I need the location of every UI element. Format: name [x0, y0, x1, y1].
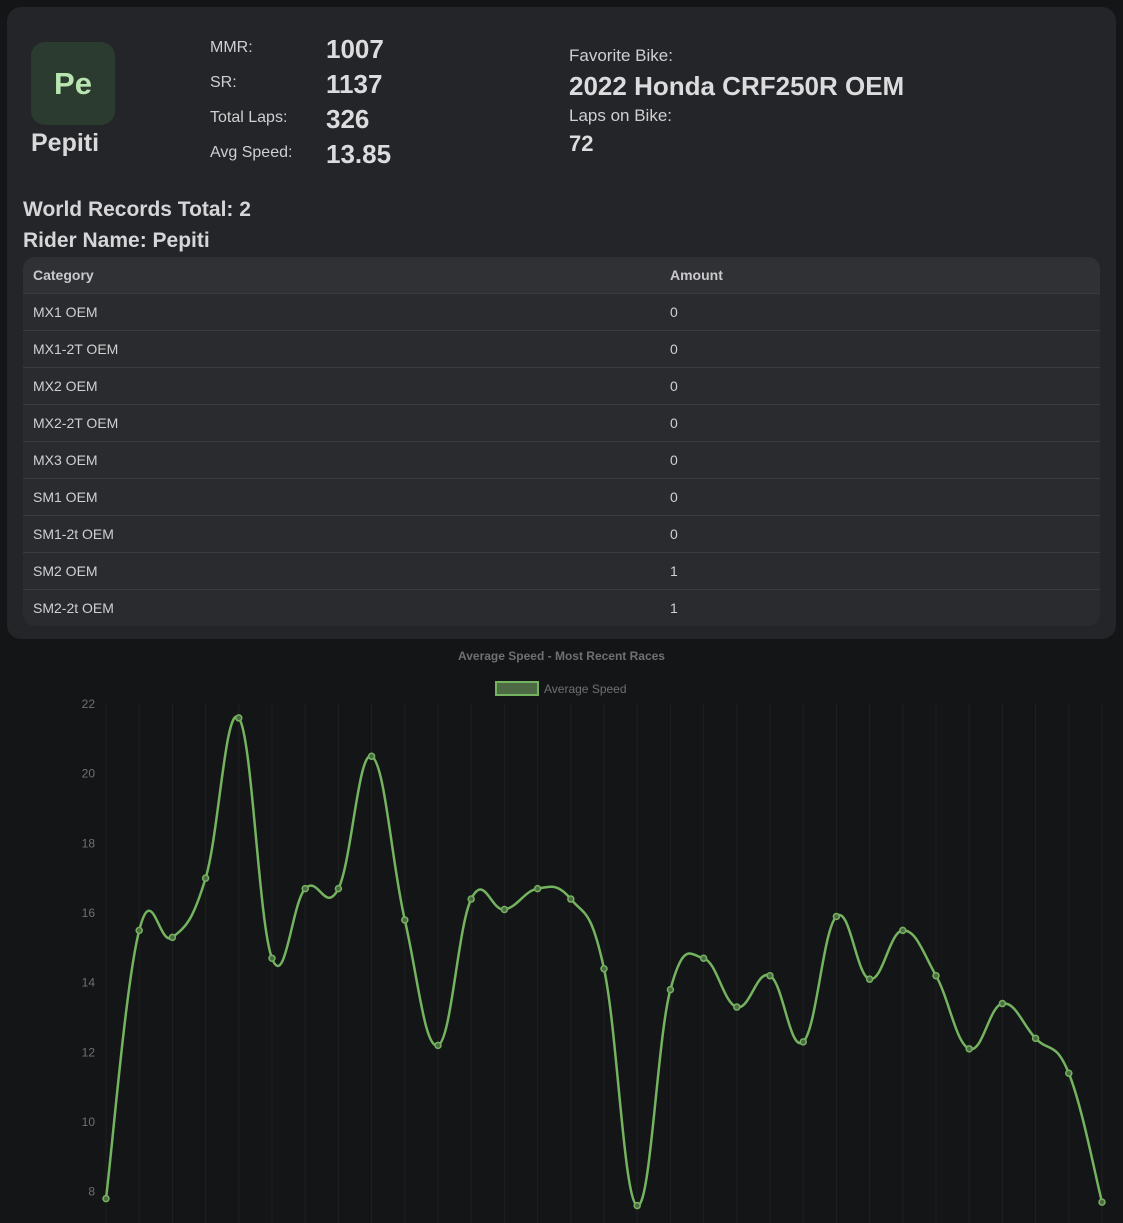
amount-cell: 0	[660, 330, 1100, 368]
category-cell: MX2 OEM	[23, 367, 660, 405]
chart-title: Average Speed - Most Recent Races	[458, 649, 665, 663]
data-point[interactable]	[235, 714, 243, 722]
rider-profile-card: Pe Pepiti MMR: 1007 SR: 1137 Total Laps:…	[7, 7, 1116, 639]
average-speed-line-chart[interactable]: 8 10 12 14 16 18 20 22	[0, 690, 1123, 1223]
y-tick-label: 18	[82, 836, 96, 850]
table-row: MX1-2T OEM 0	[23, 330, 1100, 368]
y-tick-label: 20	[82, 767, 96, 781]
table-row: MX1 OEM 0	[23, 293, 1100, 331]
data-point[interactable]	[1031, 1034, 1040, 1043]
rider-display-name: Pepiti	[31, 129, 100, 157]
category-cell: MX1 OEM	[23, 293, 660, 331]
stat-label-sr: SR:	[210, 74, 237, 91]
table-row: SM1 OEM 0	[23, 478, 1100, 516]
amount-cell: 0	[660, 515, 1100, 553]
amount-cell: 0	[660, 367, 1100, 405]
amount-cell: 1	[660, 552, 1100, 590]
stat-value-sr: 1137	[326, 69, 383, 99]
category-cell: MX1-2T OEM	[23, 330, 660, 368]
amount-cell: 0	[660, 441, 1100, 479]
data-point[interactable]	[135, 926, 143, 935]
table-row: MX3 OEM 0	[23, 441, 1100, 479]
data-point[interactable]	[567, 895, 575, 903]
data-point[interactable]	[334, 884, 343, 893]
y-tick-label: 22	[82, 697, 96, 711]
table-row: SM2 OEM 1	[23, 552, 1100, 590]
category-cell: SM2 OEM	[23, 552, 660, 590]
amount-cell: 1	[670, 600, 678, 616]
stat-label-mmr: MMR:	[210, 39, 253, 56]
avatar: Pe	[31, 42, 115, 125]
avatar-initials: Pe	[54, 65, 92, 101]
y-tick-label: 10	[82, 1115, 96, 1129]
data-point[interactable]	[500, 905, 509, 914]
rider-name-line: Rider Name: Pepiti	[23, 229, 210, 252]
data-point[interactable]	[1065, 1069, 1073, 1077]
data-point[interactable]	[102, 1194, 110, 1203]
stat-value-mmr: 1007	[326, 34, 384, 64]
data-point[interactable]	[600, 964, 608, 973]
data-point[interactable]	[965, 1045, 973, 1053]
data-point[interactable]	[201, 874, 210, 882]
category-cell: MX2-2T OEM	[23, 404, 660, 442]
category-cell: SM1-2t OEM	[23, 515, 660, 553]
amount-cell: 0	[660, 404, 1100, 442]
category-cell: SM1 OEM	[23, 478, 660, 516]
stat-value-avg-speed: 13.85	[326, 139, 392, 169]
data-point[interactable]	[268, 954, 276, 963]
data-point[interactable]	[998, 999, 1007, 1008]
table-row: MX2-2T OEM 0	[23, 404, 1100, 442]
stat-value-total-laps: 326	[326, 104, 370, 134]
data-point[interactable]	[168, 933, 177, 942]
column-header-amount: Amount	[660, 257, 1100, 294]
data-point[interactable]	[932, 971, 940, 980]
stat-label-avg-speed: Avg Speed:	[210, 144, 293, 161]
data-point[interactable]	[367, 752, 376, 760]
world-records-total: World Records Total: 2	[23, 198, 251, 221]
data-point[interactable]	[633, 1201, 641, 1210]
world-records-table: Category Amount MX1 OEM 0 MX1-2T OEM 0 M…	[23, 257, 1100, 626]
data-point[interactable]	[899, 926, 907, 935]
laps-on-bike-label: Laps on Bike:	[569, 106, 673, 125]
data-point[interactable]	[1098, 1198, 1106, 1206]
table-row: SM1-2t OEM 0	[23, 515, 1100, 553]
data-point[interactable]	[733, 1003, 741, 1011]
favorite-bike-label: Favorite Bike:	[569, 46, 673, 65]
table-row: MX2 OEM 0	[23, 367, 1100, 405]
data-point[interactable]	[467, 895, 475, 903]
data-point[interactable]	[865, 975, 874, 983]
amount-cell: 0	[660, 478, 1100, 516]
data-point[interactable]	[533, 884, 542, 893]
data-point[interactable]	[699, 954, 708, 963]
y-tick-label: 12	[82, 1045, 96, 1059]
data-point[interactable]	[301, 884, 309, 893]
data-point[interactable]	[766, 971, 774, 980]
data-point[interactable]	[401, 916, 409, 924]
favorite-bike-value: 2022 Honda CRF250R OEM	[569, 71, 905, 101]
stat-label-total-laps: Total Laps:	[210, 109, 288, 126]
table-header-row: Category Amount	[23, 257, 1100, 294]
laps-on-bike-value: 72	[569, 131, 594, 156]
category-cell: MX3 OEM	[23, 441, 660, 479]
category-cell: SM2-2t OEM	[33, 600, 114, 616]
table-row: SM2-2t OEM 1	[23, 590, 1100, 627]
data-point[interactable]	[666, 985, 675, 994]
data-point[interactable]	[434, 1041, 442, 1050]
y-tick-label: 14	[82, 976, 96, 990]
y-tick-label: 8	[88, 1185, 95, 1199]
data-point[interactable]	[799, 1038, 807, 1046]
amount-cell: 0	[660, 293, 1100, 331]
data-point[interactable]	[832, 912, 841, 921]
y-tick-label: 16	[82, 906, 96, 920]
column-header-category: Category	[23, 257, 660, 294]
